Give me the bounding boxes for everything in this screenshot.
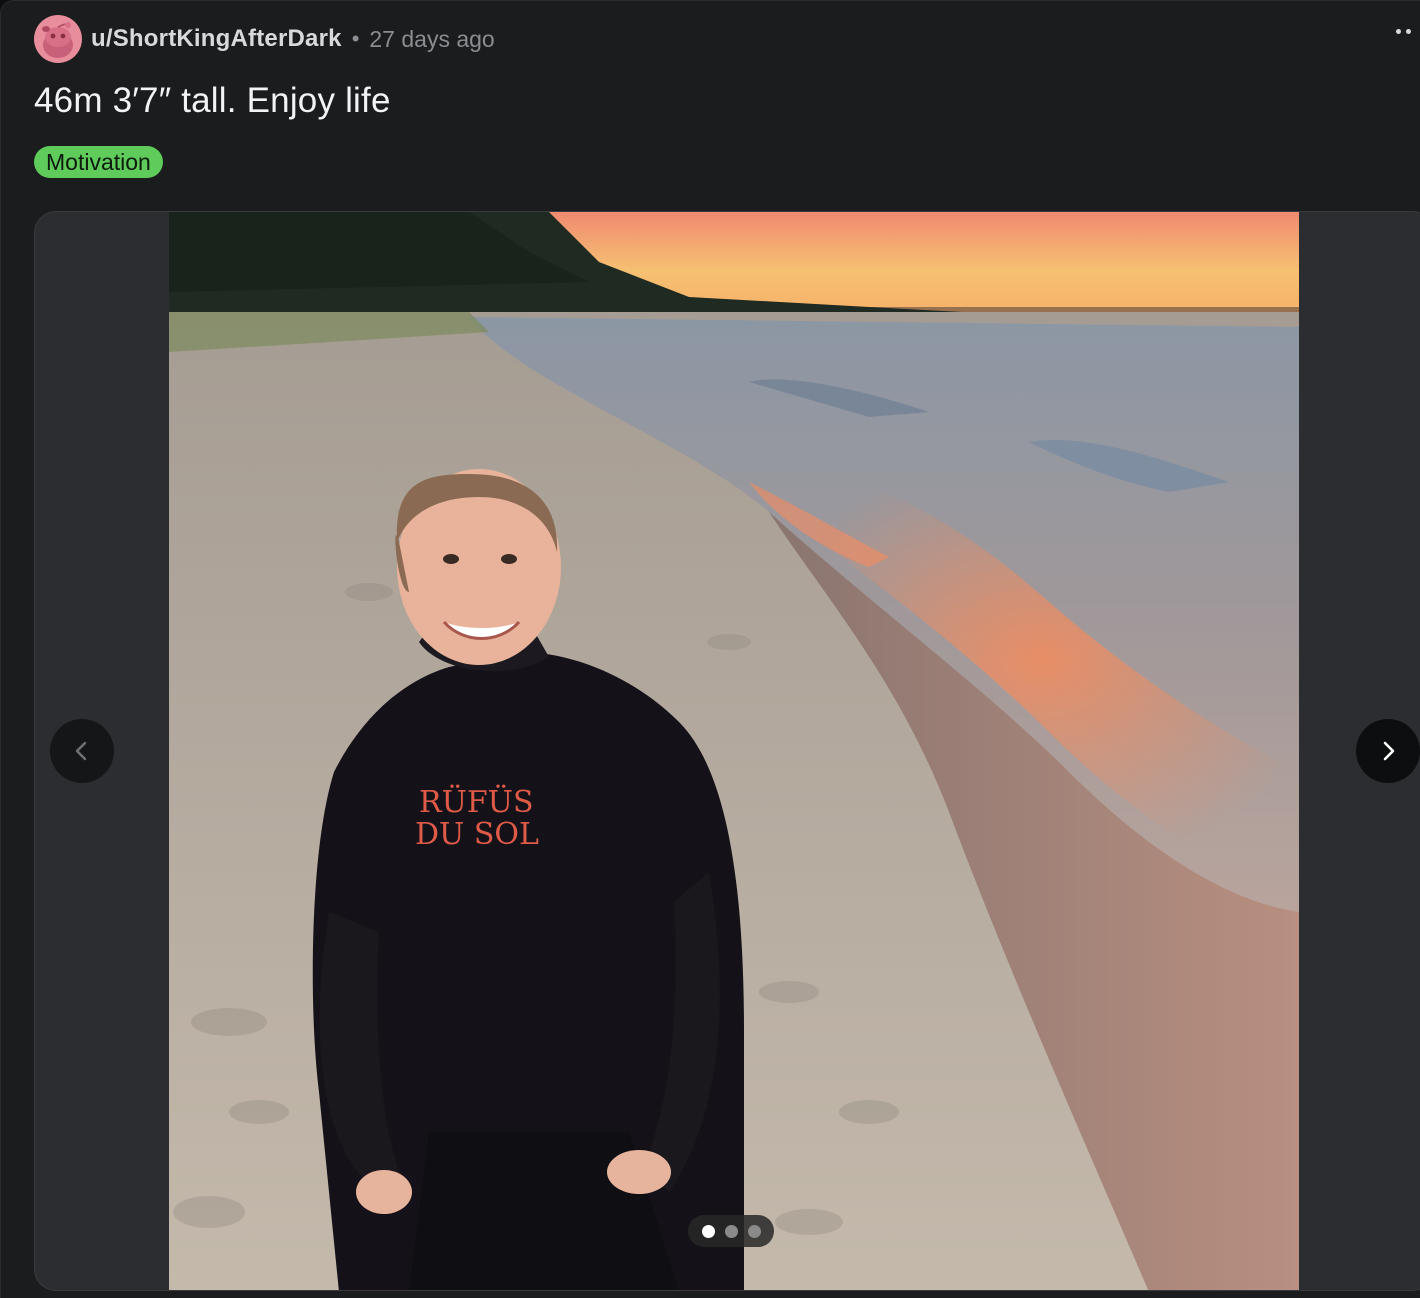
hoodie-print-line2: DU SOL: [415, 817, 539, 852]
pager-dot-2[interactable]: [724, 1224, 738, 1238]
image-gallery: RÜFÜS DU SOL: [34, 211, 1420, 1291]
pager-dot-3[interactable]: [747, 1224, 761, 1238]
meta-separator: •: [351, 26, 360, 51]
post-meta: u/ShortKingAfterDark • 27 days ago: [34, 15, 495, 63]
post-card: u/ShortKingAfterDark • 27 days ago 46m 3…: [0, 0, 1420, 1298]
chevron-left-icon: [75, 741, 87, 761]
post-age: 27 days ago: [369, 25, 495, 52]
avatar[interactable]: [34, 15, 82, 63]
gallery-photo[interactable]: RÜFÜS DU SOL: [169, 212, 1299, 1290]
chevron-right-icon: [1383, 741, 1395, 761]
gallery-next-button[interactable]: [1356, 719, 1420, 783]
more-options-icon[interactable]: [1396, 29, 1416, 41]
post-title[interactable]: 46m 3′7″ tall. Enjoy life: [34, 81, 391, 121]
snoo-avatar-icon: [42, 22, 73, 58]
gallery-prev-button[interactable]: [50, 719, 114, 783]
post-flair[interactable]: Motivation: [34, 146, 163, 178]
hoodie-print-line1: RÜFÜS: [419, 784, 534, 820]
beach-sunset-photo: RÜFÜS DU SOL: [169, 212, 1299, 1290]
author-username[interactable]: u/ShortKingAfterDark: [91, 25, 342, 53]
gallery-pager: [688, 1215, 774, 1247]
pager-dot-1[interactable]: [701, 1224, 715, 1238]
